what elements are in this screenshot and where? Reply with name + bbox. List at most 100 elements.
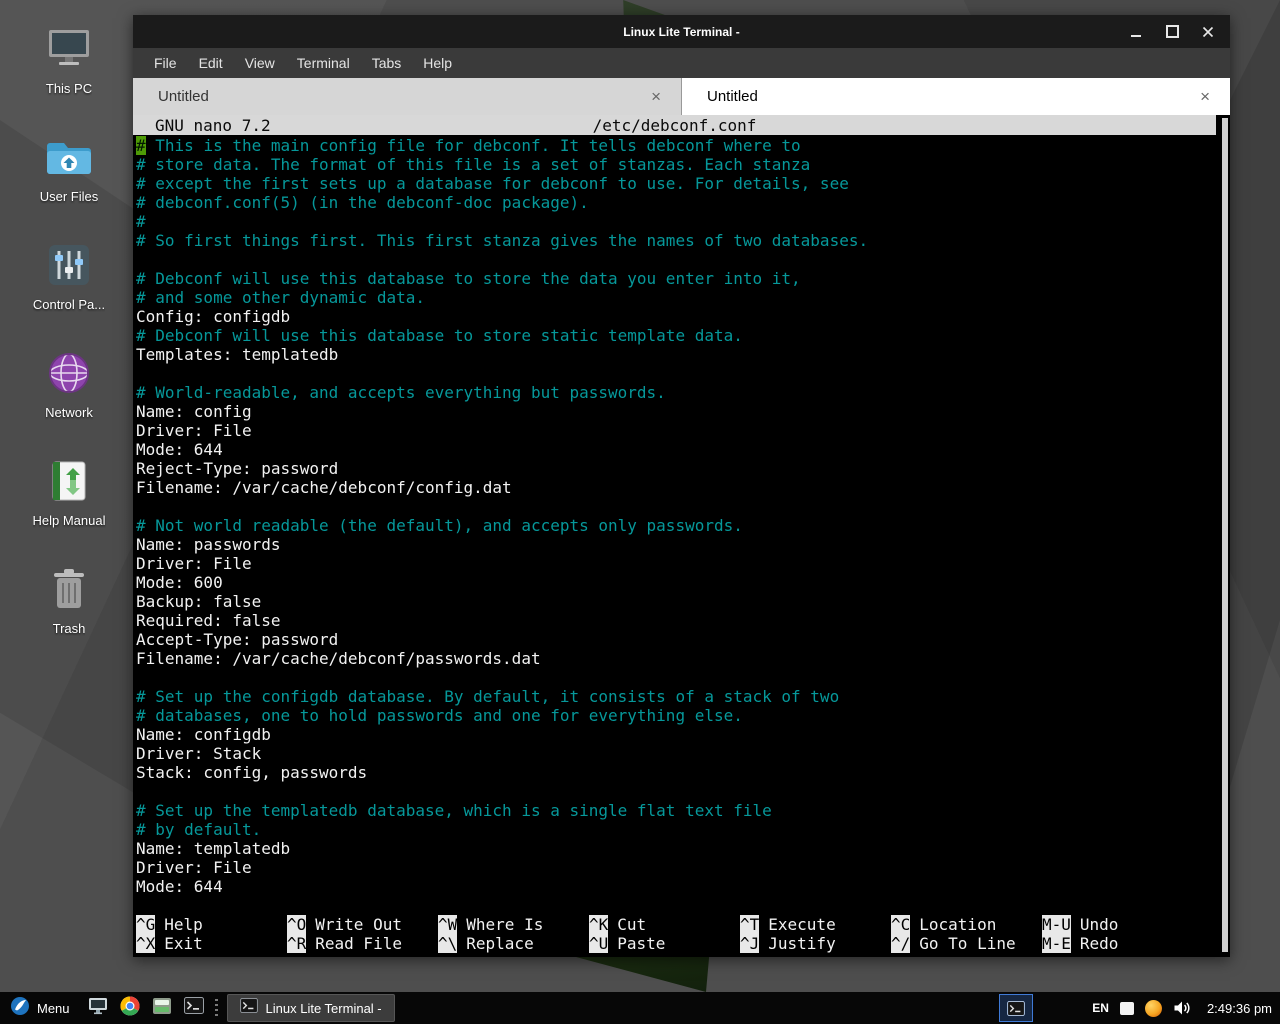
terminal-icon xyxy=(184,997,204,1019)
close-icon[interactable] xyxy=(1200,24,1216,40)
tab-label: Untitled xyxy=(158,88,643,105)
desktop-icon-column: This PC User Files Control Pa... Network… xyxy=(6,26,132,636)
terminal-line: Driver: File xyxy=(136,421,1230,440)
terminal-line: Name: config xyxy=(136,402,1230,421)
terminal-line: Required: false xyxy=(136,611,1230,630)
terminal-line: Mode: 644 xyxy=(136,877,1230,896)
terminal-line: # databases, one to hold passwords and o… xyxy=(136,706,1230,725)
terminal-line: Templates: templatedb xyxy=(136,345,1230,364)
menu-edit[interactable]: Edit xyxy=(188,48,234,78)
window-title: Linux Lite Terminal - xyxy=(623,25,739,39)
shortcut-paste: ^UPaste xyxy=(589,934,740,953)
terminal-line: # Debconf will use this database to stor… xyxy=(136,269,1230,288)
menu-help[interactable]: Help xyxy=(412,48,463,78)
desktop-icon-trash[interactable]: Trash xyxy=(7,566,131,636)
terminal-line: # store data. The format of this file is… xyxy=(136,155,1230,174)
terminal-line: Mode: 600 xyxy=(136,573,1230,592)
desktop-icon-label: This PC xyxy=(46,81,92,96)
terminal-line xyxy=(136,668,1230,687)
show-desktop-launcher[interactable] xyxy=(82,992,114,1024)
terminal-line: Driver: File xyxy=(136,554,1230,573)
terminal-line: # Not world readable (the default), and … xyxy=(136,516,1230,535)
shortcut-replace: ^\Replace xyxy=(438,934,589,953)
scrollbar[interactable] xyxy=(1222,118,1228,952)
terminal-line: Filename: /var/cache/debconf/config.dat xyxy=(136,478,1230,497)
terminal-line xyxy=(136,364,1230,383)
minimize-icon[interactable] xyxy=(1128,24,1144,40)
nano-cursor: # xyxy=(136,136,146,155)
terminal-line: Name: configdb xyxy=(136,725,1230,744)
desktop-icon-label: Help Manual xyxy=(33,513,106,528)
system-tray: EN 2:49:36 pm xyxy=(999,994,1280,1022)
terminal-window: Linux Lite Terminal - File Edit View Ter… xyxy=(133,15,1230,957)
volume-icon[interactable] xyxy=(1173,1000,1192,1016)
tab-bar: Untitled × Untitled × xyxy=(133,78,1230,115)
terminal-line: Name: templatedb xyxy=(136,839,1230,858)
menu-tabs[interactable]: Tabs xyxy=(361,48,413,78)
tab-close-icon[interactable]: × xyxy=(1192,88,1218,105)
desktop-icon-label: User Files xyxy=(40,189,99,204)
terminal-line: # except the first sets up a database fo… xyxy=(136,174,1230,193)
file-manager-launcher[interactable] xyxy=(146,992,178,1024)
tab-untitled-2[interactable]: Untitled × xyxy=(682,78,1230,115)
menu-bar: File Edit View Terminal Tabs Help xyxy=(133,48,1230,78)
shortcut-read-file: ^RRead File xyxy=(287,934,438,953)
terminal-launcher[interactable] xyxy=(178,992,210,1024)
desktop-icon-this-pc[interactable]: This PC xyxy=(7,26,131,96)
chrome-icon xyxy=(120,996,140,1021)
terminal-line: Backup: false xyxy=(136,592,1230,611)
terminal-line: # Debconf will use this database to stor… xyxy=(136,326,1230,345)
shortcut-write-out: ^OWrite Out xyxy=(287,915,438,934)
desktop-icon-label: Control Pa... xyxy=(33,297,105,312)
tab-label: Untitled xyxy=(707,88,1192,105)
terminal-line: Filename: /var/cache/debconf/passwords.d… xyxy=(136,649,1230,668)
desktop-icon-network[interactable]: Network xyxy=(7,350,131,420)
control-panel-icon xyxy=(47,242,91,288)
terminal-line: Name: passwords xyxy=(136,535,1230,554)
shortcut-execute: ^TExecute xyxy=(740,915,891,934)
nano-filename: /etc/debconf.conf xyxy=(133,116,1216,135)
network-globe-icon xyxy=(47,350,91,396)
terminal-line: # World-readable, and accepts everything… xyxy=(136,383,1230,402)
desktop-icon-help-manual[interactable]: Help Manual xyxy=(7,458,131,528)
terminal-line: Stack: config, passwords xyxy=(136,763,1230,782)
menu-file[interactable]: File xyxy=(143,48,188,78)
chrome-launcher[interactable] xyxy=(114,992,146,1024)
desktop-icon-user-files[interactable]: User Files xyxy=(7,134,131,204)
maximize-icon[interactable] xyxy=(1164,24,1180,40)
tab-untitled-1[interactable]: Untitled × xyxy=(133,78,682,115)
menu-button-label: Menu xyxy=(37,1001,70,1016)
terminal-line: Reject-Type: password xyxy=(136,459,1230,478)
nano-shortcut-bar: ^GHelp ^XExit ^OWrite Out ^RRead File ^W… xyxy=(136,915,1193,953)
tab-close-icon[interactable]: × xyxy=(643,88,669,105)
keyboard-icon[interactable] xyxy=(1120,1002,1134,1015)
menu-view[interactable]: View xyxy=(234,48,286,78)
terminal-content[interactable]: /etc/debconf.conf GNU nano 7.2 # This is… xyxy=(133,115,1230,957)
terminal-line: # Set up the templatedb database, which … xyxy=(136,801,1230,820)
terminal-line: Driver: Stack xyxy=(136,744,1230,763)
user-files-folder-icon xyxy=(46,134,92,180)
menu-button[interactable]: Menu xyxy=(0,992,82,1024)
desktop-icon-control-panel[interactable]: Control Pa... xyxy=(7,242,131,312)
task-button-terminal[interactable]: Linux Lite Terminal - xyxy=(227,994,395,1022)
shortcut-location: ^CLocation xyxy=(891,915,1042,934)
terminal-line: # by default. xyxy=(136,820,1230,839)
window-titlebar[interactable]: Linux Lite Terminal - xyxy=(133,15,1230,48)
nano-titlebar: /etc/debconf.conf GNU nano 7.2 xyxy=(133,115,1216,135)
terminal-line: Config: configdb xyxy=(136,307,1230,326)
computer-icon xyxy=(46,26,92,72)
terminal-line: # This is the main config file for debco… xyxy=(136,136,1230,155)
menu-terminal[interactable]: Terminal xyxy=(286,48,361,78)
tray-active-window-icon[interactable] xyxy=(999,994,1033,1022)
terminal-icon xyxy=(240,998,258,1018)
shortcut-go-to-line: ^/Go To Line xyxy=(891,934,1042,953)
updates-notifier-icon[interactable] xyxy=(1145,1000,1162,1017)
keyboard-layout-indicator[interactable]: EN xyxy=(1092,1001,1109,1015)
shortcut-where-is: ^WWhere Is xyxy=(438,915,589,934)
taskbar: Menu Linux Lite Terminal - EN xyxy=(0,992,1280,1024)
clock[interactable]: 2:49:36 pm xyxy=(1207,1001,1272,1016)
terminal-line: Accept-Type: password xyxy=(136,630,1230,649)
window-controls xyxy=(1128,15,1216,48)
nano-text-area[interactable]: # This is the main config file for debco… xyxy=(133,135,1230,896)
shortcut-help: ^GHelp xyxy=(136,915,287,934)
